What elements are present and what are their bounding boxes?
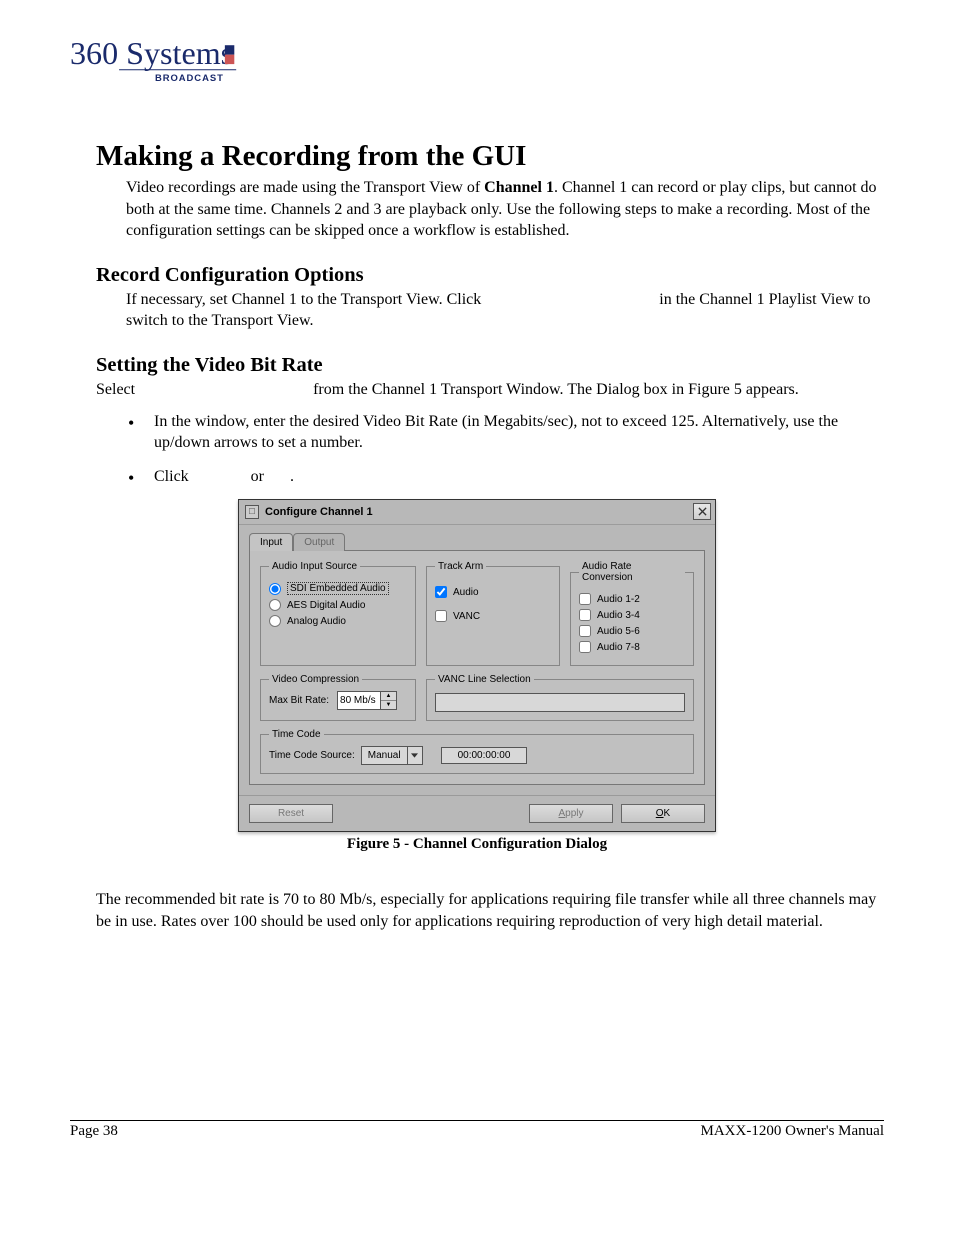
group-time-code: Time Code Time Code Source: Manual 00:00… <box>260 729 694 774</box>
chevron-down-icon <box>407 747 422 764</box>
logo-script: 360 Systems <box>70 35 233 71</box>
label-timecode-source: Time Code Source: <box>269 750 355 761</box>
apply-button[interactable]: Apply <box>529 804 613 823</box>
dialog-title: Configure Channel 1 <box>265 506 693 518</box>
window-icon: ☐ <box>245 505 259 519</box>
group-audio-input-source: Audio Input Source SDI Embedded Audio AE… <box>260 561 416 666</box>
radio-aes-digital[interactable]: AES Digital Audio <box>269 599 407 611</box>
check-audio-5-6[interactable]: Audio 5-6 <box>579 625 685 637</box>
close-icon <box>698 507 707 516</box>
group-vanc-line-selection: VANC Line Selection <box>426 674 694 721</box>
logo-flag-red <box>225 55 234 64</box>
bitrate-paragraph: Select from the Channel 1 Transport Wind… <box>96 379 884 401</box>
tab-input[interactable]: Input <box>249 533 293 551</box>
close-button[interactable] <box>693 503 711 520</box>
heading-bitrate: Setting the Video Bit Rate <box>96 354 884 377</box>
spinner-max-bit-rate[interactable]: ▲ ▼ <box>337 691 397 710</box>
group-track-arm: Track Arm Audio VANC <box>426 561 560 666</box>
reset-button[interactable]: Reset <box>249 804 333 823</box>
logo-flag-blue <box>225 45 234 54</box>
group-video-compression: Video Compression Max Bit Rate: ▲ ▼ <box>260 674 416 721</box>
heading-record-config: Record Configuration Options <box>96 264 884 287</box>
check-track-arm-vanc[interactable]: VANC <box>435 610 551 622</box>
logo: 360 Systems BROADCAST <box>70 32 240 92</box>
intro-paragraph: Video recordings are made using the Tran… <box>126 177 884 242</box>
timecode-value[interactable]: 00:00:00:00 <box>441 747 528 764</box>
page-footer: Page 38 MAXX-1200 Owner's Manual <box>70 1120 884 1140</box>
select-timecode-source[interactable]: Manual <box>361 746 423 765</box>
check-audio-7-8[interactable]: Audio 7-8 <box>579 641 685 653</box>
check-audio-1-2[interactable]: Audio 1-2 <box>579 593 685 605</box>
spinner-up-icon[interactable]: ▲ <box>381 692 396 701</box>
bullet-bitrate-entry: In the window, enter the desired Video B… <box>126 411 884 454</box>
label-max-bit-rate: Max Bit Rate: <box>269 695 329 706</box>
bullet-click-apply: Click or . <box>126 466 884 488</box>
configure-channel-dialog: ☐ Configure Channel 1 Input Output Audio… <box>238 499 716 832</box>
check-audio-3-4[interactable]: Audio 3-4 <box>579 609 685 621</box>
spinner-down-icon[interactable]: ▼ <box>381 701 396 709</box>
radio-sdi-embedded[interactable]: SDI Embedded Audio <box>269 582 407 595</box>
logo-brand: BROADCAST <box>155 73 224 84</box>
heading-main: Making a Recording from the GUI <box>96 140 884 173</box>
vanc-line-list[interactable] <box>435 693 685 712</box>
footer-page-number: Page 38 <box>70 1123 700 1140</box>
group-audio-rate-conversion: Audio Rate Conversion Audio 1-2 Audio 3-… <box>570 561 694 666</box>
record-config-paragraph: If necessary, set Channel 1 to the Trans… <box>126 289 884 332</box>
figure-caption: Figure 5 - Channel Configuration Dialog <box>238 836 716 853</box>
tab-output[interactable]: Output <box>293 533 345 551</box>
recommended-bitrate-paragraph: The recommended bit rate is 70 to 80 Mb/… <box>96 889 884 932</box>
input-max-bit-rate[interactable] <box>338 692 380 709</box>
check-track-arm-audio[interactable]: Audio <box>435 586 551 598</box>
footer-manual-title: MAXX-1200 Owner's Manual <box>700 1123 884 1140</box>
ok-button[interactable]: OK <box>621 804 705 823</box>
radio-analog-audio[interactable]: Analog Audio <box>269 615 407 627</box>
